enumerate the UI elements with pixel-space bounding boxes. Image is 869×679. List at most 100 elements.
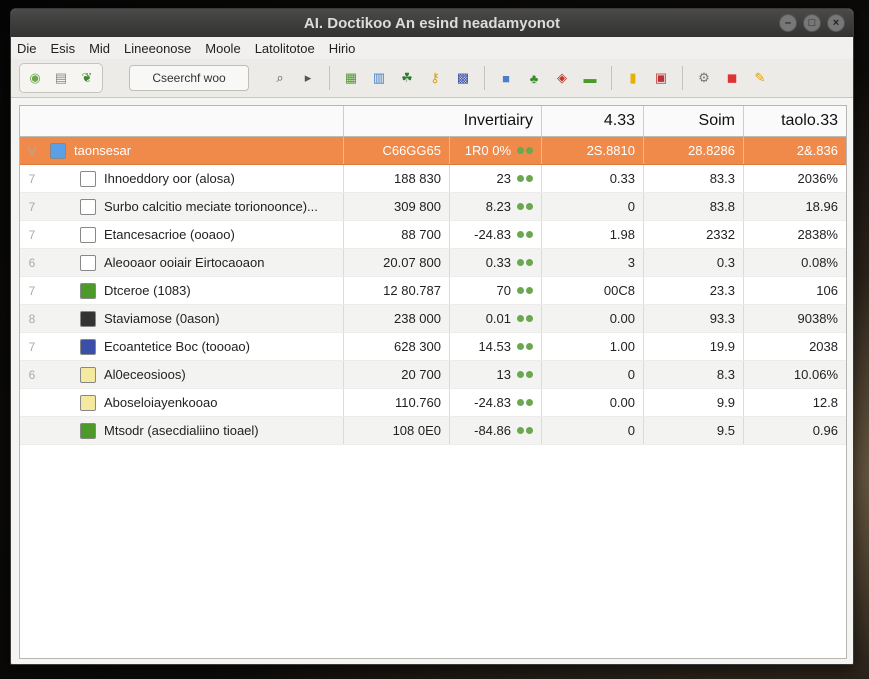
- menu-item[interactable]: Die: [17, 41, 37, 56]
- film-icon[interactable]: ▣: [650, 67, 672, 89]
- ratio-cell: 2S.8810: [542, 137, 644, 164]
- calendar-icon[interactable]: ▦: [340, 67, 362, 89]
- ratio-cell: 00C8: [542, 277, 644, 304]
- change-cell: 8.23: [450, 193, 542, 220]
- status-dots: [517, 399, 533, 406]
- settings-icon[interactable]: ⚙: [693, 67, 715, 89]
- table-row[interactable]: Mtsodr (asecdialiino tioael) 108 0E0 -84.8…: [20, 417, 846, 445]
- column-header[interactable]: [20, 106, 344, 136]
- item-type-icon: [80, 254, 96, 271]
- change-cell: 0.01: [450, 305, 542, 332]
- people-icon[interactable]: ☘: [396, 67, 418, 89]
- change-value: -24.83: [474, 227, 511, 242]
- maximize-button[interactable]: □: [803, 14, 821, 32]
- palette-icon[interactable]: ◈: [551, 67, 573, 89]
- value-cell: 12 80.787: [344, 277, 450, 304]
- inventory-value: 238 000: [394, 311, 441, 326]
- inventory-value: 20.07 800: [383, 255, 441, 270]
- column-header[interactable]: Soim: [644, 106, 744, 136]
- inventory-value: 309 800: [394, 199, 441, 214]
- name-cell: 7 Etancesacrioe (ooaoo): [20, 221, 344, 248]
- sum-value: 23.3: [709, 283, 735, 298]
- item-name: taonsesar: [74, 143, 132, 158]
- menu-item[interactable]: Mid: [89, 41, 110, 56]
- folder-blue-icon[interactable]: ■: [495, 67, 517, 89]
- table-row[interactable]: 7 Etancesacrioe (ooaoo) 88 700 -24.83 1.98 23…: [20, 221, 846, 249]
- brush-icon[interactable]: ✎: [749, 67, 771, 89]
- sum-cell: 19.9: [644, 333, 744, 360]
- nav-back-icon[interactable]: ◉: [24, 67, 46, 89]
- total-value: 0.08%: [801, 255, 838, 270]
- name-cell: 6 Al0eceosioos): [20, 361, 344, 388]
- value-cell: 238 000: [344, 305, 450, 332]
- change-value: 13: [496, 367, 511, 382]
- table-row[interactable]: 7 Ihnoeddory oor (alosa) 188 830 23 0.33 83.3…: [20, 165, 846, 193]
- key-icon[interactable]: ⚷: [424, 67, 446, 89]
- status-dots: [517, 147, 533, 154]
- location-combo[interactable]: Cseerchf woo: [129, 65, 249, 91]
- item-type-icon: [50, 142, 66, 159]
- toolbar-separator: [611, 66, 612, 90]
- column-header[interactable]: taolo.33: [744, 106, 846, 136]
- close-button[interactable]: ×: [827, 14, 845, 32]
- value-cell: 309 800: [344, 193, 450, 220]
- table-row[interactable]: 7 Ecoantetice Boc (toooao) 628 300 14.53 1.0…: [20, 333, 846, 361]
- value-cell: 88 700: [344, 221, 450, 248]
- ratio-cell: 0.33: [542, 165, 644, 192]
- sum-cell: 0.3: [644, 249, 744, 276]
- menu-item[interactable]: Lineeonose: [124, 41, 191, 56]
- total-cell: 0.08%: [744, 249, 846, 276]
- print-icon[interactable]: ▤: [50, 67, 72, 89]
- table-row[interactable]: 8 Staviamose (0ason) 238 000 0.01 0.00 93.3 90…: [20, 305, 846, 333]
- total-cell: 10.06%: [744, 361, 846, 388]
- level-indicator: 7: [28, 227, 36, 242]
- sum-cell: 9.5: [644, 417, 744, 444]
- ratio-value: 00C8: [603, 283, 635, 298]
- total-value: 9038%: [797, 311, 838, 326]
- grid-icon[interactable]: ▩: [452, 67, 474, 89]
- total-cell: 0.96: [744, 417, 846, 444]
- table-row[interactable]: Aboseloiayenkooao 110.760 -24.83 0.00 9.9 12.…: [20, 389, 846, 417]
- sum-value: 83.8: [709, 199, 735, 214]
- table-row[interactable]: 7 Dtceroe (1083) 12 80.787 70 00C8 23.3 106: [20, 277, 846, 305]
- play-icon[interactable]: ▸: [297, 67, 319, 89]
- table-row[interactable]: Vtaonsesar C66GG65 1R0 0% 2S.8810 28.8286 2&.…: [20, 137, 846, 165]
- note-icon[interactable]: ▮: [622, 67, 644, 89]
- level-indicator: 8: [28, 311, 36, 326]
- stop-icon[interactable]: ◼: [721, 67, 743, 89]
- menu-item[interactable]: Esis: [51, 41, 76, 56]
- inventory-value: 12 80.787: [383, 283, 441, 298]
- change-cell: -24.83: [450, 389, 542, 416]
- menu-item[interactable]: Hirio: [329, 41, 356, 56]
- total-value: 18.96: [805, 199, 838, 214]
- value-cell: 110.760: [344, 389, 450, 416]
- total-value: 2036%: [797, 171, 838, 186]
- item-type-icon: [80, 198, 96, 215]
- money-icon[interactable]: ▬: [579, 67, 601, 89]
- chart-icon[interactable]: ▥: [368, 67, 390, 89]
- column-header[interactable]: Invertiairy: [344, 106, 542, 136]
- toolbar-separator: [682, 66, 683, 90]
- total-value: 2838%: [797, 227, 838, 242]
- nav-button-group: ◉ ▤ ❦: [19, 63, 103, 93]
- item-type-icon: [80, 282, 96, 299]
- minimize-button[interactable]: –: [779, 14, 797, 32]
- menu-item[interactable]: Moole: [205, 41, 240, 56]
- leaf-icon[interactable]: ❦: [76, 67, 98, 89]
- item-name: Aboseloiayenkooao: [104, 395, 218, 410]
- search-icon[interactable]: ⌕: [269, 67, 291, 89]
- table-body: Vtaonsesar C66GG65 1R0 0% 2S.8810 28.8286 2&.…: [20, 137, 846, 445]
- change-cell: 0.33: [450, 249, 542, 276]
- inventory-value: 20 700: [401, 367, 441, 382]
- ratio-value: 0: [627, 367, 635, 382]
- column-header[interactable]: 4.33: [542, 106, 644, 136]
- name-cell: 7 Surbo calcitio meciate torionoonce)...: [20, 193, 344, 220]
- menu-item[interactable]: Latolitotoe: [255, 41, 315, 56]
- table-row[interactable]: 6 Al0eceosioos) 20 700 13 0 8.3 10.06%: [20, 361, 846, 389]
- level-indicator: 7: [28, 339, 36, 354]
- plant-icon[interactable]: ♣: [523, 67, 545, 89]
- name-cell: Aboseloiayenkooao: [20, 389, 344, 416]
- ratio-value: 0.00: [609, 395, 635, 410]
- table-row[interactable]: 7 Surbo calcitio meciate torionoonce)... 3…: [20, 193, 846, 221]
- table-row[interactable]: 6 Aleooaor ooiair Eirtocaoaon 20.07 800 0.3…: [20, 249, 846, 277]
